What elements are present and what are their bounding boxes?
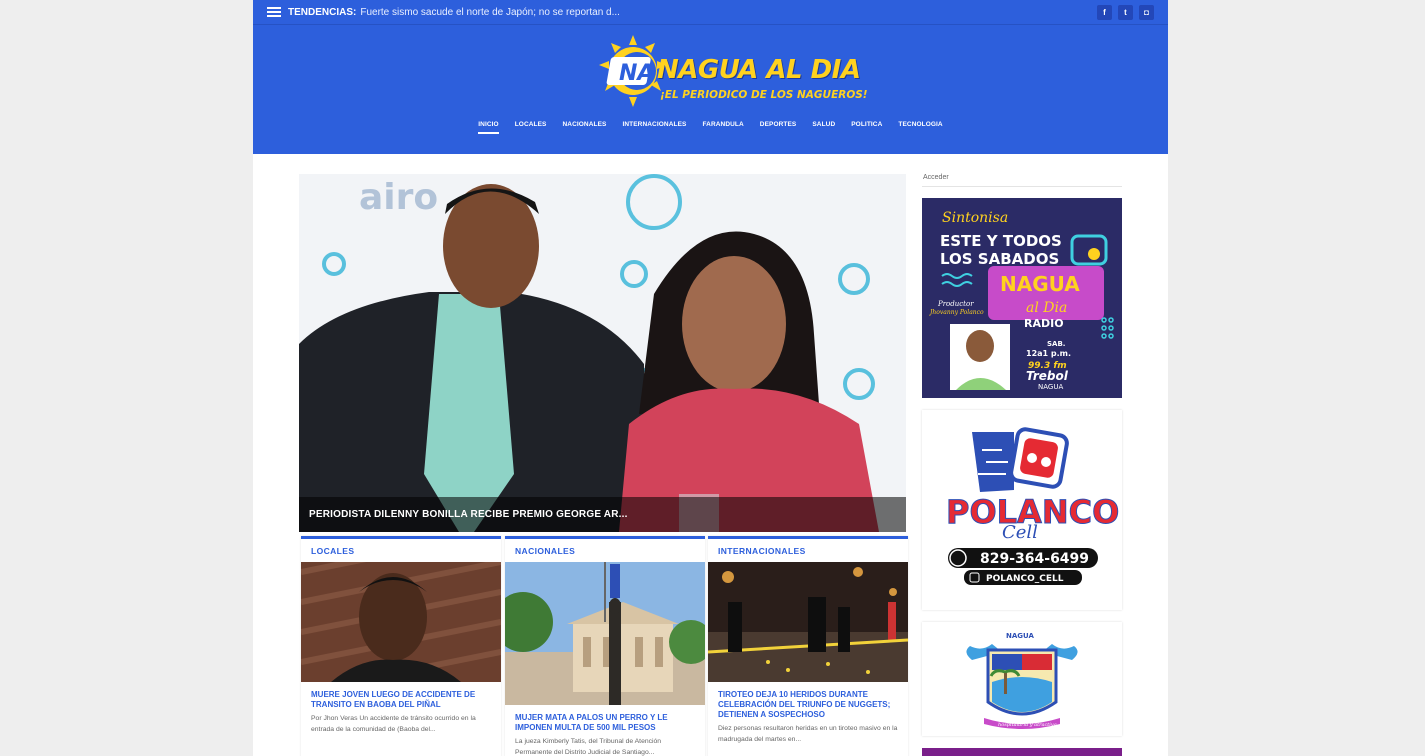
- radio-ad-line1: Sintonisa: [942, 210, 1008, 226]
- coat-motto: hospitalaria y atractiva: [998, 722, 1057, 728]
- sidebar-ad-partial[interactable]: [922, 748, 1122, 756]
- coat-label: NAGUA: [1006, 632, 1034, 640]
- logo-badge: NA: [619, 61, 654, 86]
- article-card-locales[interactable]: LOCALES MUERE JOVEN LUEGO DE ACCIDENTE D…: [301, 536, 501, 756]
- polanco-phone: 829-364-6499: [980, 551, 1089, 567]
- radio-ad-day: SAB.: [1047, 340, 1065, 348]
- radio-ad-station: Trebol: [1026, 369, 1069, 383]
- login-link[interactable]: Acceder: [922, 174, 1122, 187]
- site-header: NA NAGUA AL DIA ¡EL PERIODICO DE LOS NAG…: [253, 25, 1168, 154]
- nav-item-tecnologia[interactable]: TECNOLOGIA: [890, 120, 950, 134]
- polanco-handle: POLANCO_CELL: [986, 574, 1064, 584]
- card-excerpt: Diez personas resultaron heridas en un t…: [718, 725, 898, 743]
- nav-item-politica[interactable]: POLITICA: [843, 120, 890, 134]
- radio-ad-producer: Jhovanny Polanco: [928, 309, 984, 316]
- card-title[interactable]: TIROTEO DEJA 10 HERIDOS DURANTE CELEBRAC…: [708, 690, 908, 720]
- featured-caption: PERIODISTA DILENNY BONILLA RECIBE PREMIO…: [299, 497, 906, 532]
- nav-item-deportes[interactable]: DEPORTES: [752, 120, 805, 134]
- radio-ad-radio: RADIO: [1024, 317, 1064, 330]
- radio-ad-banner[interactable]: Sintonisa ESTE Y TODOS LOS SABADOS NAGUA…: [922, 198, 1122, 398]
- facebook-icon[interactable]: f: [1097, 4, 1112, 20]
- page-container: TENDENCIAS: Fuerte sismo sacude el norte…: [253, 0, 1168, 756]
- card-category[interactable]: LOCALES: [301, 539, 501, 562]
- top-bar: TENDENCIAS: Fuerte sismo sacude el norte…: [253, 0, 1168, 25]
- instagram-icon[interactable]: ◘: [1139, 4, 1154, 20]
- polanco-cell-ad[interactable]: POLANCO Cell 829-364-6499 POLANCO_CELL: [922, 410, 1122, 610]
- featured-article[interactable]: airo PERIODISTA DILENNY BONILLA RECIBE P…: [299, 174, 906, 532]
- menu-icon[interactable]: [267, 7, 281, 17]
- radio-ad-brand1: NAGUA: [1000, 272, 1080, 296]
- trending-headline[interactable]: Fuerte sismo sacude el norte de Japón; n…: [360, 7, 620, 18]
- nav-item-internacionales[interactable]: INTERNACIONALES: [614, 120, 694, 134]
- card-image[interactable]: [505, 562, 705, 705]
- trending-label: TENDENCIAS:: [288, 6, 357, 18]
- card-image[interactable]: [301, 562, 501, 682]
- social-links: f t ◘: [1097, 4, 1154, 20]
- card-excerpt: Por Jhon Veras Un accidente de tránsito …: [311, 715, 476, 733]
- article-card-nacionales[interactable]: NACIONALES MUJER MATA A PALOS UN PERRO Y…: [505, 536, 705, 756]
- card-excerpt: La jueza Kimberly Tatis, del Tribunal de…: [515, 738, 662, 756]
- radio-ad-brand2: al Dia: [1026, 300, 1067, 316]
- article-card-internacionales[interactable]: INTERNACIONALES TIROTEO DEJA 10 HERIDOS …: [708, 536, 908, 756]
- nav-item-inicio[interactable]: INICIO: [470, 120, 506, 134]
- card-title[interactable]: MUJER MATA A PALOS UN PERRO Y LE IMPONEN…: [505, 713, 705, 733]
- site-logo[interactable]: NA NAGUA AL DIA ¡EL PERIODICO DE LOS NAG…: [597, 35, 868, 109]
- nav-item-farandula[interactable]: FARANDULA: [694, 120, 751, 134]
- nav-item-locales[interactable]: LOCALES: [507, 120, 555, 134]
- logo-subtitle: ¡EL PERIODICO DE LOS NAGUEROS!: [660, 89, 868, 101]
- card-category[interactable]: INTERNACIONALES: [708, 539, 908, 562]
- radio-ad-time: 12a1 p.m.: [1026, 349, 1071, 358]
- radio-ad-line3: LOS SABADOS: [940, 250, 1059, 268]
- featured-title[interactable]: PERIODISTA DILENNY BONILLA RECIBE PREMIO…: [309, 509, 628, 520]
- polanco-script: Cell: [1002, 522, 1038, 543]
- card-title[interactable]: MUERE JOVEN LUEGO DE ACCIDENTE DE TRANSI…: [301, 690, 501, 710]
- twitter-icon[interactable]: t: [1118, 4, 1133, 20]
- svg-text:airo: airo: [359, 177, 438, 218]
- nav-item-nacionales[interactable]: NACIONALES: [554, 120, 614, 134]
- radio-ad-station-sub: NAGUA: [1038, 383, 1063, 391]
- nav-item-salud[interactable]: SALUD: [804, 120, 843, 134]
- logo-title: NAGUA AL DIA: [657, 55, 861, 85]
- card-category[interactable]: NACIONALES: [505, 539, 705, 562]
- radio-ad-line2: ESTE Y TODOS: [940, 232, 1062, 250]
- featured-photo: airo: [299, 174, 906, 532]
- nagua-coat-of-arms[interactable]: NAGUA hospitalaria y atractiva: [922, 622, 1122, 736]
- radio-ad-producer-label: Productor: [937, 300, 974, 308]
- card-image[interactable]: [708, 562, 908, 682]
- main-nav: INICIO LOCALES NACIONALES INTERNACIONALE…: [253, 120, 1168, 134]
